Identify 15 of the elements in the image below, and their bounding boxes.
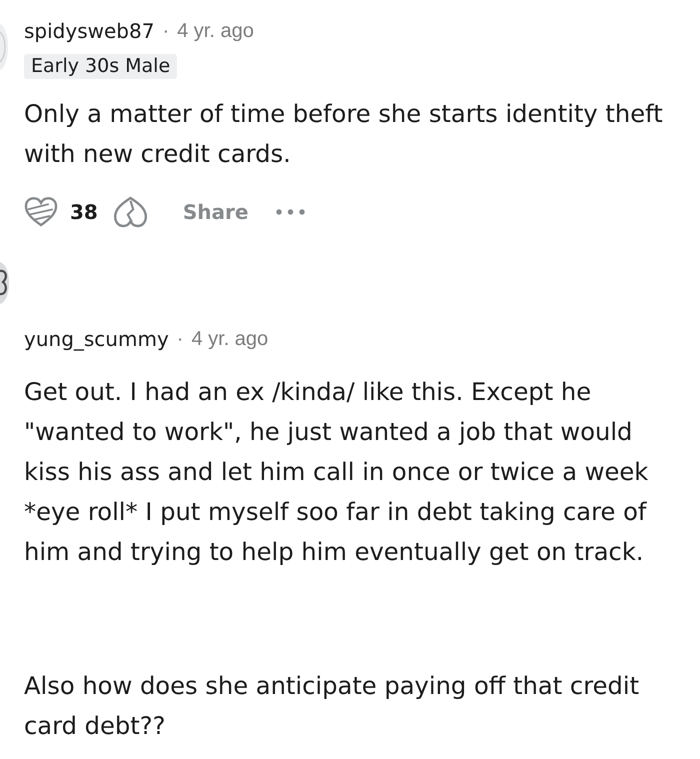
- comment-text: Also how does she anticipate paying off that credit card debt??: [24, 671, 640, 742]
- comment-age: 4 yr. ago: [191, 327, 268, 352]
- cracked-heart-icon[interactable]: [112, 196, 148, 228]
- comment-text: Get out. I had an ex /kinda/ like this. Except he "wanted to work", he just wanted a job that would kiss his ass and let him call in once or twice a week *eye roll* I put myself soo far in debt taking care of him and trying to help him eventually get on track.: [24, 377, 650, 568]
- separator-dot: ·: [176, 327, 184, 352]
- avatar-icon[interactable]: [0, 262, 9, 304]
- username-link[interactable]: spidysweb87: [24, 16, 154, 46]
- user-flair: Early 30s Male: [24, 54, 178, 79]
- comment-age: 4 yr. ago: [177, 19, 254, 44]
- more-options-icon[interactable]: [276, 209, 306, 215]
- username-link[interactable]: yung_scummy: [24, 324, 169, 354]
- heart-icon[interactable]: [24, 196, 58, 228]
- vote-count: 38: [70, 199, 98, 226]
- comment-text: Only a matter of time before she starts identity theft with new credit cards.: [24, 99, 664, 170]
- separator-dot: ·: [162, 19, 170, 44]
